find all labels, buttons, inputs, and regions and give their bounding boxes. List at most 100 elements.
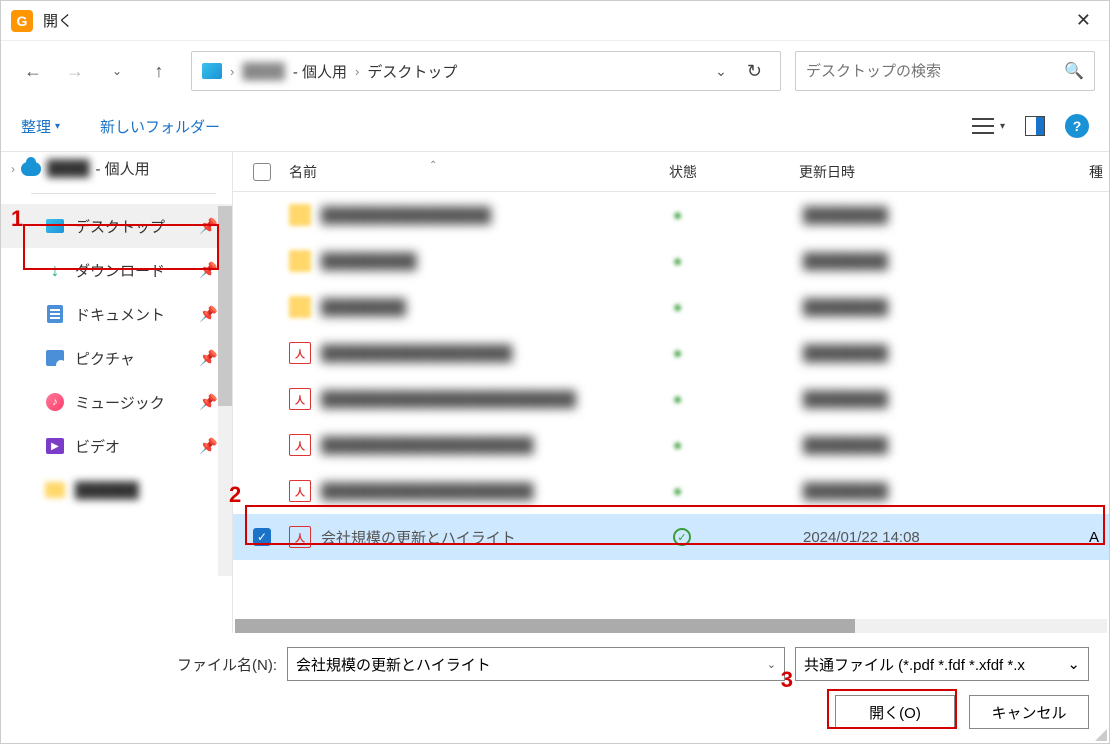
pin-icon: 📌	[199, 217, 218, 235]
pin-icon: 📌	[199, 393, 218, 411]
sidebar-item-downloads[interactable]: ↓ ダウンロード 📌	[1, 248, 232, 292]
sidebar: › ████ - 個人用 1 デスクトップ 📌 ↓ ダウンロード 📌	[1, 152, 233, 633]
window-title: 開く	[43, 10, 73, 31]
folder-icon	[289, 204, 311, 226]
resize-handle[interactable]	[1093, 727, 1107, 741]
chevron-right-icon: ›	[355, 64, 359, 79]
sidebar-item-pictures[interactable]: ピクチャ 📌	[1, 336, 232, 380]
refresh-button[interactable]: ↻	[739, 53, 770, 90]
sidebar-item-label: デスクトップ	[75, 216, 165, 237]
video-icon: ▶	[46, 438, 64, 454]
folder-icon	[45, 482, 65, 498]
sidebar-item-folder[interactable]: ██████	[1, 468, 232, 512]
back-button[interactable]: ←	[15, 53, 51, 89]
row-checkbox[interactable]: ✓	[253, 528, 271, 546]
folder-icon	[289, 296, 311, 318]
organize-button[interactable]: 整理▾	[21, 116, 60, 137]
forward-button[interactable]: →	[57, 53, 93, 89]
column-status[interactable]: 状態	[669, 162, 799, 182]
app-icon: G	[11, 10, 33, 32]
file-status: ✓	[673, 528, 803, 546]
file-header: 名前 ⌃ 状態 更新日時 種	[233, 152, 1109, 192]
divider	[31, 193, 216, 194]
toolbar: 整理▾ 新しいフォルダー ▾ ?	[1, 101, 1109, 151]
folder-icon	[289, 250, 311, 272]
filename-input[interactable]: 会社規模の更新とハイライト ⌄	[287, 647, 785, 681]
column-date[interactable]: 更新日時	[799, 162, 1089, 182]
chevron-down-icon[interactable]: ⌄	[1067, 655, 1080, 673]
sidebar-item-label: ダウンロード	[75, 260, 165, 281]
search-icon[interactable]: 🔍	[1064, 61, 1084, 81]
file-date: 2024/01/22 14:08	[803, 529, 1089, 546]
open-button[interactable]: 開く(O)	[835, 695, 955, 729]
file-row[interactable]: 人██████████████████●████████	[233, 330, 1109, 376]
column-type[interactable]: 種	[1089, 162, 1109, 182]
select-all-checkbox[interactable]	[253, 163, 271, 181]
pin-icon: 📌	[199, 349, 218, 367]
file-row[interactable]: 人████████████████████●████████	[233, 468, 1109, 514]
file-name: 会社規模の更新とハイライト	[321, 527, 673, 548]
sidebar-item-videos[interactable]: ▶ ビデオ 📌	[1, 424, 232, 468]
sort-indicator: ⌃	[429, 160, 437, 171]
chevron-right-icon[interactable]: ›	[11, 162, 15, 176]
tree-root[interactable]: › ████ - 個人用	[1, 152, 232, 185]
breadcrumb[interactable]: › ████ - 個人用 › デスクトップ ⌄ ↻	[191, 51, 781, 91]
pin-icon: 📌	[199, 305, 218, 323]
file-type: A	[1089, 529, 1109, 546]
close-button[interactable]: ✕	[1068, 6, 1099, 35]
new-folder-button[interactable]: 新しいフォルダー	[100, 116, 220, 137]
chevron-down-icon[interactable]: ⌄	[767, 658, 776, 671]
help-button[interactable]: ?	[1065, 114, 1089, 138]
path-dropdown[interactable]: ⌄	[711, 59, 731, 84]
sidebar-item-label: ドキュメント	[75, 304, 165, 325]
search-input[interactable]	[806, 63, 1064, 80]
sidebar-item-label: ミュージック	[75, 392, 165, 413]
download-icon: ↓	[45, 260, 65, 280]
breadcrumb-desktop[interactable]: デスクトップ	[367, 61, 457, 82]
document-icon	[47, 305, 63, 323]
pdf-icon: 人	[289, 434, 311, 456]
horizontal-scrollbar-thumb[interactable]	[235, 619, 855, 633]
sidebar-item-label: ██████	[75, 482, 139, 499]
file-list: ████████████████●████████ █████████●████…	[233, 192, 1109, 619]
onedrive-icon	[21, 162, 41, 176]
annotation-1: 1	[11, 206, 23, 232]
view-mode-dropdown[interactable]: ▾	[1000, 121, 1005, 132]
pin-icon: 📌	[199, 437, 218, 455]
pin-icon: 📌	[199, 261, 218, 279]
body: › ████ - 個人用 1 デスクトップ 📌 ↓ ダウンロード 📌	[1, 151, 1109, 633]
pdf-icon: 人	[289, 342, 311, 364]
sidebar-item-desktop[interactable]: デスクトップ 📌	[1, 204, 232, 248]
view-mode-button[interactable]	[972, 115, 994, 137]
breadcrumb-personal[interactable]: - 個人用	[293, 61, 347, 82]
annotation-3: 3	[781, 667, 793, 693]
search-box[interactable]: 🔍	[795, 51, 1095, 91]
sidebar-item-label: ビデオ	[75, 436, 120, 457]
column-name[interactable]: 名前 ⌃	[289, 162, 669, 182]
file-row[interactable]: 人████████████████████████●████████	[233, 376, 1109, 422]
file-panel: 名前 ⌃ 状態 更新日時 種 ████████████████●████████…	[233, 152, 1109, 633]
cancel-button[interactable]: キャンセル	[969, 695, 1089, 729]
footer: ファイル名(N): 会社規模の更新とハイライト ⌄ 共通ファイル (*.pdf …	[1, 633, 1109, 743]
desktop-icon	[46, 219, 64, 233]
sidebar-scrollbar-thumb[interactable]	[218, 206, 232, 406]
filetype-filter[interactable]: 共通ファイル (*.pdf *.fdf *.xfdf *.x ⌄	[795, 647, 1089, 681]
titlebar: G 開く ✕	[1, 1, 1109, 41]
up-button[interactable]: ↑	[141, 53, 177, 89]
preview-pane-button[interactable]	[1025, 116, 1045, 136]
nav-row: ← → ⌄ ↑ › ████ - 個人用 › デスクトップ ⌄ ↻ 🔍	[1, 41, 1109, 101]
recent-dropdown[interactable]: ⌄	[99, 53, 135, 89]
sidebar-item-music[interactable]: ♪ ミュージック 📌	[1, 380, 232, 424]
file-row[interactable]: █████████●████████	[233, 238, 1109, 284]
pdf-icon: 人	[289, 480, 311, 502]
music-icon: ♪	[46, 393, 64, 411]
filename-label: ファイル名(N):	[1, 654, 277, 675]
file-row[interactable]: ████████●████████	[233, 284, 1109, 330]
horizontal-scrollbar-track[interactable]	[235, 619, 1107, 633]
breadcrumb-user[interactable]: ████	[242, 63, 285, 80]
file-row[interactable]: 人████████████████████●████████	[233, 422, 1109, 468]
sidebar-item-documents[interactable]: ドキュメント 📌	[1, 292, 232, 336]
file-row[interactable]: ████████████████●████████	[233, 192, 1109, 238]
chevron-right-icon: ›	[230, 64, 234, 79]
file-row-selected[interactable]: ✓ 人 会社規模の更新とハイライト ✓ 2024/01/22 14:08 A	[233, 514, 1109, 560]
